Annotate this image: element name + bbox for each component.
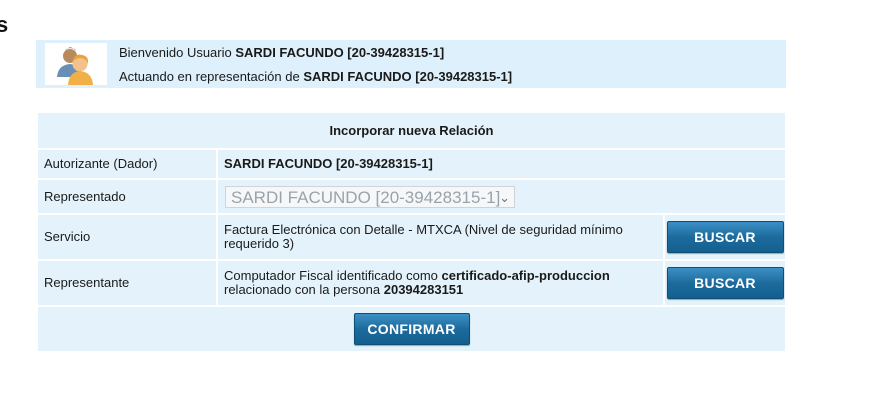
welcome-banner: Bienvenido Usuario SARDI FACUNDO [20-394…	[36, 40, 786, 88]
represented-name: SARDI FACUNDO [20-39428315-1]	[303, 69, 513, 84]
representante-value: Computador Fiscal identificado como cert…	[216, 261, 663, 307]
representado-select[interactable]: SARDI FACUNDO [20-39428315-1] ⌄	[225, 185, 515, 208]
representado-selected-value: SARDI FACUNDO [20-39428315-1]	[231, 187, 501, 207]
welcome-prefix: Bienvenido Usuario	[119, 45, 236, 60]
chevron-down-icon: ⌄	[499, 189, 510, 205]
representante-label: Representante	[38, 261, 216, 307]
confirmar-button[interactable]: CONFIRMAR	[353, 313, 470, 345]
new-relation-form: Incorporar nueva Relación Autorizante (D…	[38, 113, 785, 353]
representado-label: Representado	[38, 180, 216, 215]
form-title: Incorporar nueva Relación	[38, 113, 785, 150]
representante-person: 20394283151	[383, 282, 464, 297]
users-icon	[45, 43, 107, 85]
autorizante-name: SARDI FACUNDO [20-39428315-1]	[224, 156, 433, 171]
servicio-value: Factura Electrónica con Detalle - MTXCA …	[216, 215, 663, 261]
representation-line: Actuando en representación de SARDI FACU…	[119, 69, 512, 84]
welcome-line: Bienvenido Usuario SARDI FACUNDO [20-394…	[119, 45, 444, 60]
representation-prefix: Actuando en representación de	[119, 69, 304, 84]
autorizante-label: Autorizante (Dador)	[38, 150, 216, 180]
autorizante-value: SARDI FACUNDO [20-39428315-1]	[216, 150, 785, 180]
representante-certificate: certificado-afip-produccion	[441, 268, 610, 283]
representante-text-prefix: Computador Fiscal identificado como	[224, 268, 442, 283]
buscar-servicio-button[interactable]: BUSCAR	[666, 221, 784, 253]
servicio-label: Servicio	[38, 215, 216, 261]
page-corner-glyph: s	[0, 12, 9, 37]
representante-text-middle: relacionado con la persona	[224, 282, 384, 297]
buscar-representante-button[interactable]: BUSCAR	[666, 267, 784, 299]
user-name: SARDI FACUNDO [20-39428315-1]	[235, 45, 445, 60]
